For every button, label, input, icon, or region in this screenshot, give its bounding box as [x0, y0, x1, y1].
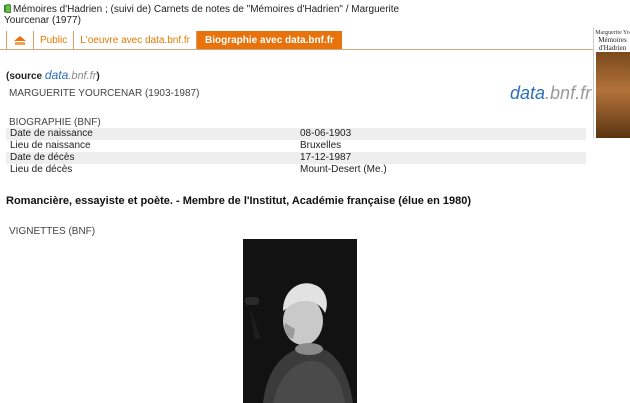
- logo-part-bnf: .bnf.fr: [545, 83, 592, 103]
- source-brand-data[interactable]: data: [45, 68, 68, 82]
- logo-part-data: data: [510, 83, 546, 103]
- book-cover-thumbnail[interactable]: Marguerite Yo Mémoires d'Hadrien: [593, 28, 630, 138]
- record-title-line2: Yourcenar (1977): [4, 15, 81, 26]
- bio-label: Lieu de naissance: [10, 140, 91, 151]
- bio-label: Date de décès: [10, 152, 75, 163]
- biography-summary: Romancière, essayiste et poète. - Membre…: [6, 195, 471, 207]
- biography-heading: BIOGRAPHIE (BNF): [9, 117, 101, 128]
- tab-oeuvre-data-bnf[interactable]: L'oeuvre avec data.bnf.fr: [74, 31, 198, 50]
- portrait-image: [243, 239, 357, 403]
- source-brand-bnf[interactable]: .bnf.fr: [68, 70, 96, 82]
- biography-table: Date de naissance 08-06-1903 Lieu de nai…: [6, 128, 586, 176]
- author-portrait[interactable]: [243, 239, 357, 403]
- vignettes-heading: VIGNETTES (BNF): [9, 226, 96, 237]
- source-line: (source data.bnf.fr): [6, 68, 100, 82]
- tab-catalog[interactable]: [6, 31, 34, 50]
- record-title-line1: Mémoires d'Hadrien ; (suivi de) Carnets …: [13, 4, 400, 15]
- bio-label: Lieu de décès: [10, 164, 73, 175]
- book-icon: [4, 4, 11, 13]
- cover-title-2: d'Hadrien: [598, 44, 627, 52]
- bio-label: Date de naissance: [10, 128, 93, 139]
- source-suffix: ): [96, 71, 100, 82]
- tab-bar: Public L'oeuvre avec data.bnf.fr Biograp…: [6, 31, 342, 50]
- source-prefix: (source: [6, 71, 45, 82]
- table-row: Lieu de naissance Bruxelles: [6, 140, 586, 152]
- tab-underline: [0, 49, 600, 50]
- table-row: Date de décès 17-12-1987: [6, 152, 586, 164]
- cover-title-1: Mémoires: [598, 36, 627, 44]
- tab-biographie-data-bnf[interactable]: Biographie avec data.bnf.fr: [197, 31, 342, 50]
- record-title: Mémoires d'Hadrien ; (suivi de) Carnets …: [4, 4, 564, 26]
- author-heading: MARGUERITE YOURCENAR (1903-1987): [9, 88, 200, 99]
- bio-value: 08-06-1903: [300, 128, 352, 139]
- cover-author: Marguerite Yo: [595, 30, 630, 36]
- bio-value: Mount-Desert (Me.): [300, 164, 387, 175]
- data-bnf-logo[interactable]: data.bnf.fr: [510, 83, 591, 104]
- table-row: Date de naissance 08-06-1903: [6, 128, 586, 140]
- bio-value: 17-12-1987: [300, 152, 352, 163]
- tab-public[interactable]: Public: [34, 31, 75, 50]
- catalog-icon: [14, 35, 26, 45]
- table-row: Lieu de décès Mount-Desert (Me.): [6, 164, 586, 176]
- bio-value: Bruxelles: [300, 140, 342, 151]
- cover-image: [596, 52, 630, 138]
